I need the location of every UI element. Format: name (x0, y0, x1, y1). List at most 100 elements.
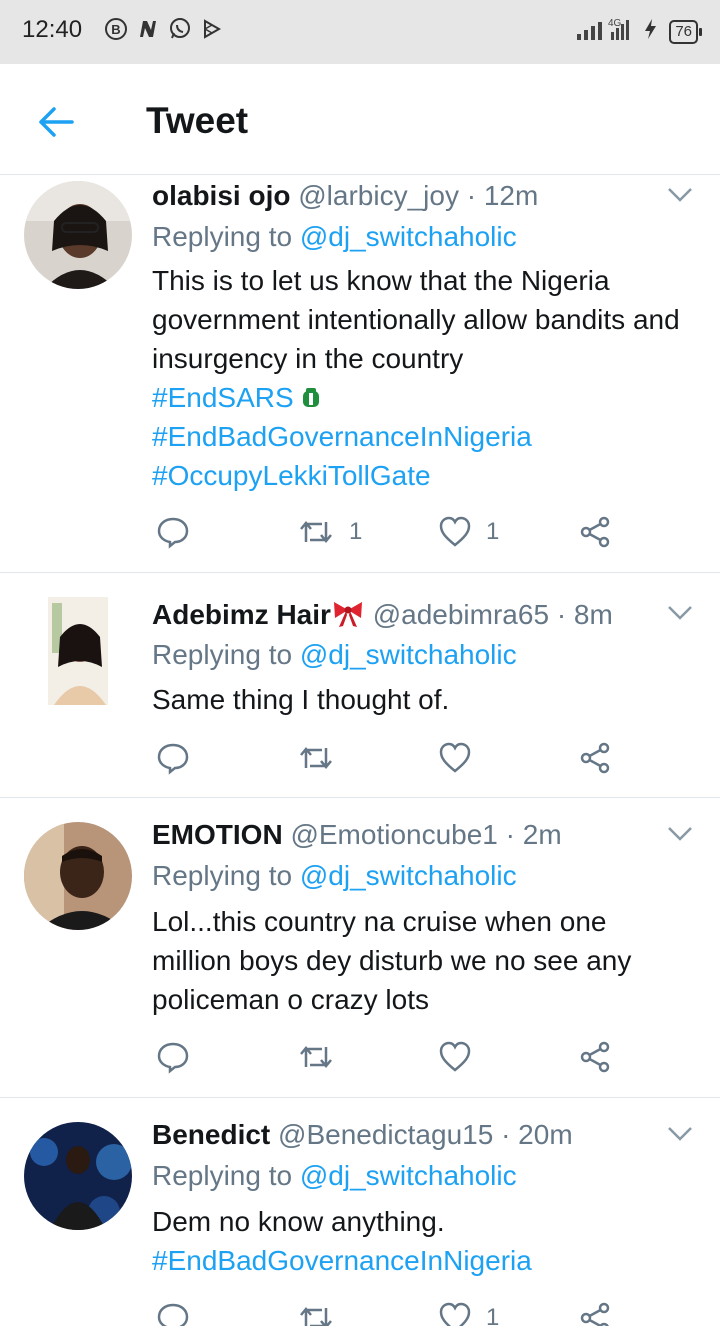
retweet-icon (300, 521, 332, 543)
mention-link[interactable]: @dj_switchaholic (300, 1160, 517, 1191)
replying-to-prefix: Replying to (152, 1160, 300, 1191)
hashtag-link[interactable]: #EndBadGovernanceInNigeria (152, 417, 692, 456)
tweet-actions: 1 (152, 1298, 632, 1326)
retweet-icon (300, 1307, 332, 1326)
reply-tweet[interactable]: EMOTION @Emotioncube1 · 2m Replying to @… (0, 798, 720, 1098)
replying-to-prefix: Replying to (152, 860, 300, 891)
tweet-actions: 1 1 (152, 512, 632, 552)
separator-dot: · (501, 1119, 511, 1150)
b-circle-icon: B (103, 16, 129, 42)
user-handle[interactable]: @Emotioncube1 (290, 819, 497, 850)
svg-text:B: B (111, 22, 120, 37)
ribbon-emoji-icon (331, 600, 365, 630)
tweet-header: olabisi ojo @larbicy_joy · 12m (152, 180, 538, 212)
display-name[interactable]: olabisi ojo (152, 180, 290, 211)
separator-dot: · (466, 180, 477, 211)
chevron-down-icon[interactable] (666, 1124, 694, 1144)
like-count: 1 (486, 1304, 500, 1326)
reply-tweet[interactable]: olabisi ojo @larbicy_joy · 12m Replying … (0, 175, 720, 573)
mention-link[interactable]: @dj_switchaholic (300, 860, 517, 891)
reply-button[interactable] (156, 1298, 190, 1326)
tweet-header: Adebimz Hair @adebimra65 · 8m (152, 598, 613, 631)
reply-icon (157, 517, 189, 549)
tweet-header: EMOTION @Emotioncube1 · 2m (152, 819, 562, 851)
separator-dot: · (556, 599, 567, 630)
page-title: Tweet (146, 100, 249, 141)
tweet-actions (152, 1037, 632, 1077)
share-icon (580, 516, 610, 548)
svg-text:4G: 4G (608, 18, 622, 29)
tweet-header: Benedict @Benedictagu15 · 20m (152, 1119, 573, 1151)
retweet-button[interactable] (297, 738, 335, 778)
reply-tweet[interactable]: Adebimz Hair @adebimra65 · 8m Replying t… (0, 573, 720, 798)
reply-icon (157, 743, 189, 775)
share-button[interactable] (578, 738, 612, 778)
like-button[interactable] (438, 738, 472, 778)
play-icon (199, 16, 225, 42)
reply-button[interactable] (156, 512, 190, 552)
reply-tweet[interactable]: Benedict @Benedictagu15 · 20m Replying t… (0, 1098, 720, 1339)
status-system-icons: 4G 76 (575, 16, 702, 47)
like-button[interactable]: 1 (438, 512, 499, 552)
tweet-text-content: Same thing I thought of. (152, 684, 450, 715)
user-handle[interactable]: @adebimra65 (373, 599, 549, 630)
replying-to: Replying to @dj_switchaholic (152, 1160, 517, 1192)
hashtag-link[interactable]: #EndSARS (152, 378, 692, 417)
reply-button[interactable] (156, 1037, 190, 1077)
share-button[interactable] (578, 512, 612, 552)
retweet-button[interactable] (297, 1037, 335, 1077)
retweet-icon (300, 747, 332, 769)
chevron-down-icon[interactable] (666, 185, 694, 205)
hashtag-link[interactable]: #OccupyLekkiTollGate (152, 456, 692, 495)
share-button[interactable] (578, 1298, 612, 1326)
retweet-button[interactable]: 1 (297, 512, 362, 552)
heart-icon (439, 1302, 471, 1326)
user-handle[interactable]: @Benedictagu15 (278, 1119, 493, 1150)
replying-to: Replying to @dj_switchaholic (152, 221, 517, 253)
tweet-timestamp: 12m (483, 180, 539, 211)
like-count: 1 (486, 518, 500, 545)
tweet-text: Lol...this country na cruise when one mi… (152, 902, 692, 1019)
chevron-down-icon[interactable] (666, 603, 694, 623)
tweet-timestamp: 8m (573, 599, 613, 630)
status-notification-icons: B (103, 16, 225, 42)
retweet-button[interactable] (297, 1298, 335, 1326)
whatsapp-icon (167, 16, 193, 42)
hashtag-text[interactable]: #EndSARS (152, 382, 294, 413)
status-bar: 12:40 B 4G 76 (0, 0, 720, 64)
tweet-timestamp: 20m (518, 1119, 573, 1150)
display-name[interactable]: Adebimz Hair (152, 599, 331, 630)
avatar[interactable] (24, 822, 132, 930)
mention-link[interactable]: @dj_switchaholic (300, 221, 517, 252)
display-name[interactable]: EMOTION (152, 819, 283, 850)
reply-button[interactable] (156, 738, 190, 778)
replying-to: Replying to @dj_switchaholic (152, 639, 517, 671)
replying-to-prefix: Replying to (152, 221, 300, 252)
reply-icon (157, 1303, 189, 1326)
signal-icon: 4G (575, 16, 633, 47)
heart-icon (439, 742, 471, 773)
back-arrow-icon[interactable] (36, 104, 76, 140)
chevron-down-icon[interactable] (666, 824, 694, 844)
retweet-count: 1 (349, 518, 363, 545)
tweet-text-content: Dem no know anything. (152, 1206, 445, 1237)
share-button[interactable] (578, 1037, 612, 1077)
mention-link[interactable]: @dj_switchaholic (300, 639, 517, 670)
raised-fist-flag-icon (303, 388, 320, 407)
avatar[interactable] (24, 1122, 132, 1230)
like-button[interactable]: 1 (438, 1298, 499, 1326)
hashtag-link[interactable]: #EndBadGovernanceInNigeria (152, 1241, 692, 1280)
heart-icon (439, 516, 471, 547)
battery-indicator: 76 (669, 19, 702, 44)
tweet-text: Same thing I thought of. (152, 680, 692, 719)
avatar[interactable] (24, 181, 132, 289)
like-button[interactable] (438, 1037, 472, 1077)
user-handle[interactable]: @larbicy_joy (298, 180, 459, 211)
tweet-timestamp: 2m (522, 819, 562, 850)
replying-to: Replying to @dj_switchaholic (152, 860, 517, 892)
display-name[interactable]: Benedict (152, 1119, 270, 1150)
charging-icon (641, 17, 661, 46)
retweet-icon (300, 1046, 332, 1068)
tweet-text-content: This is to let us know that the Nigeria … (152, 265, 680, 374)
avatar[interactable] (48, 597, 108, 705)
